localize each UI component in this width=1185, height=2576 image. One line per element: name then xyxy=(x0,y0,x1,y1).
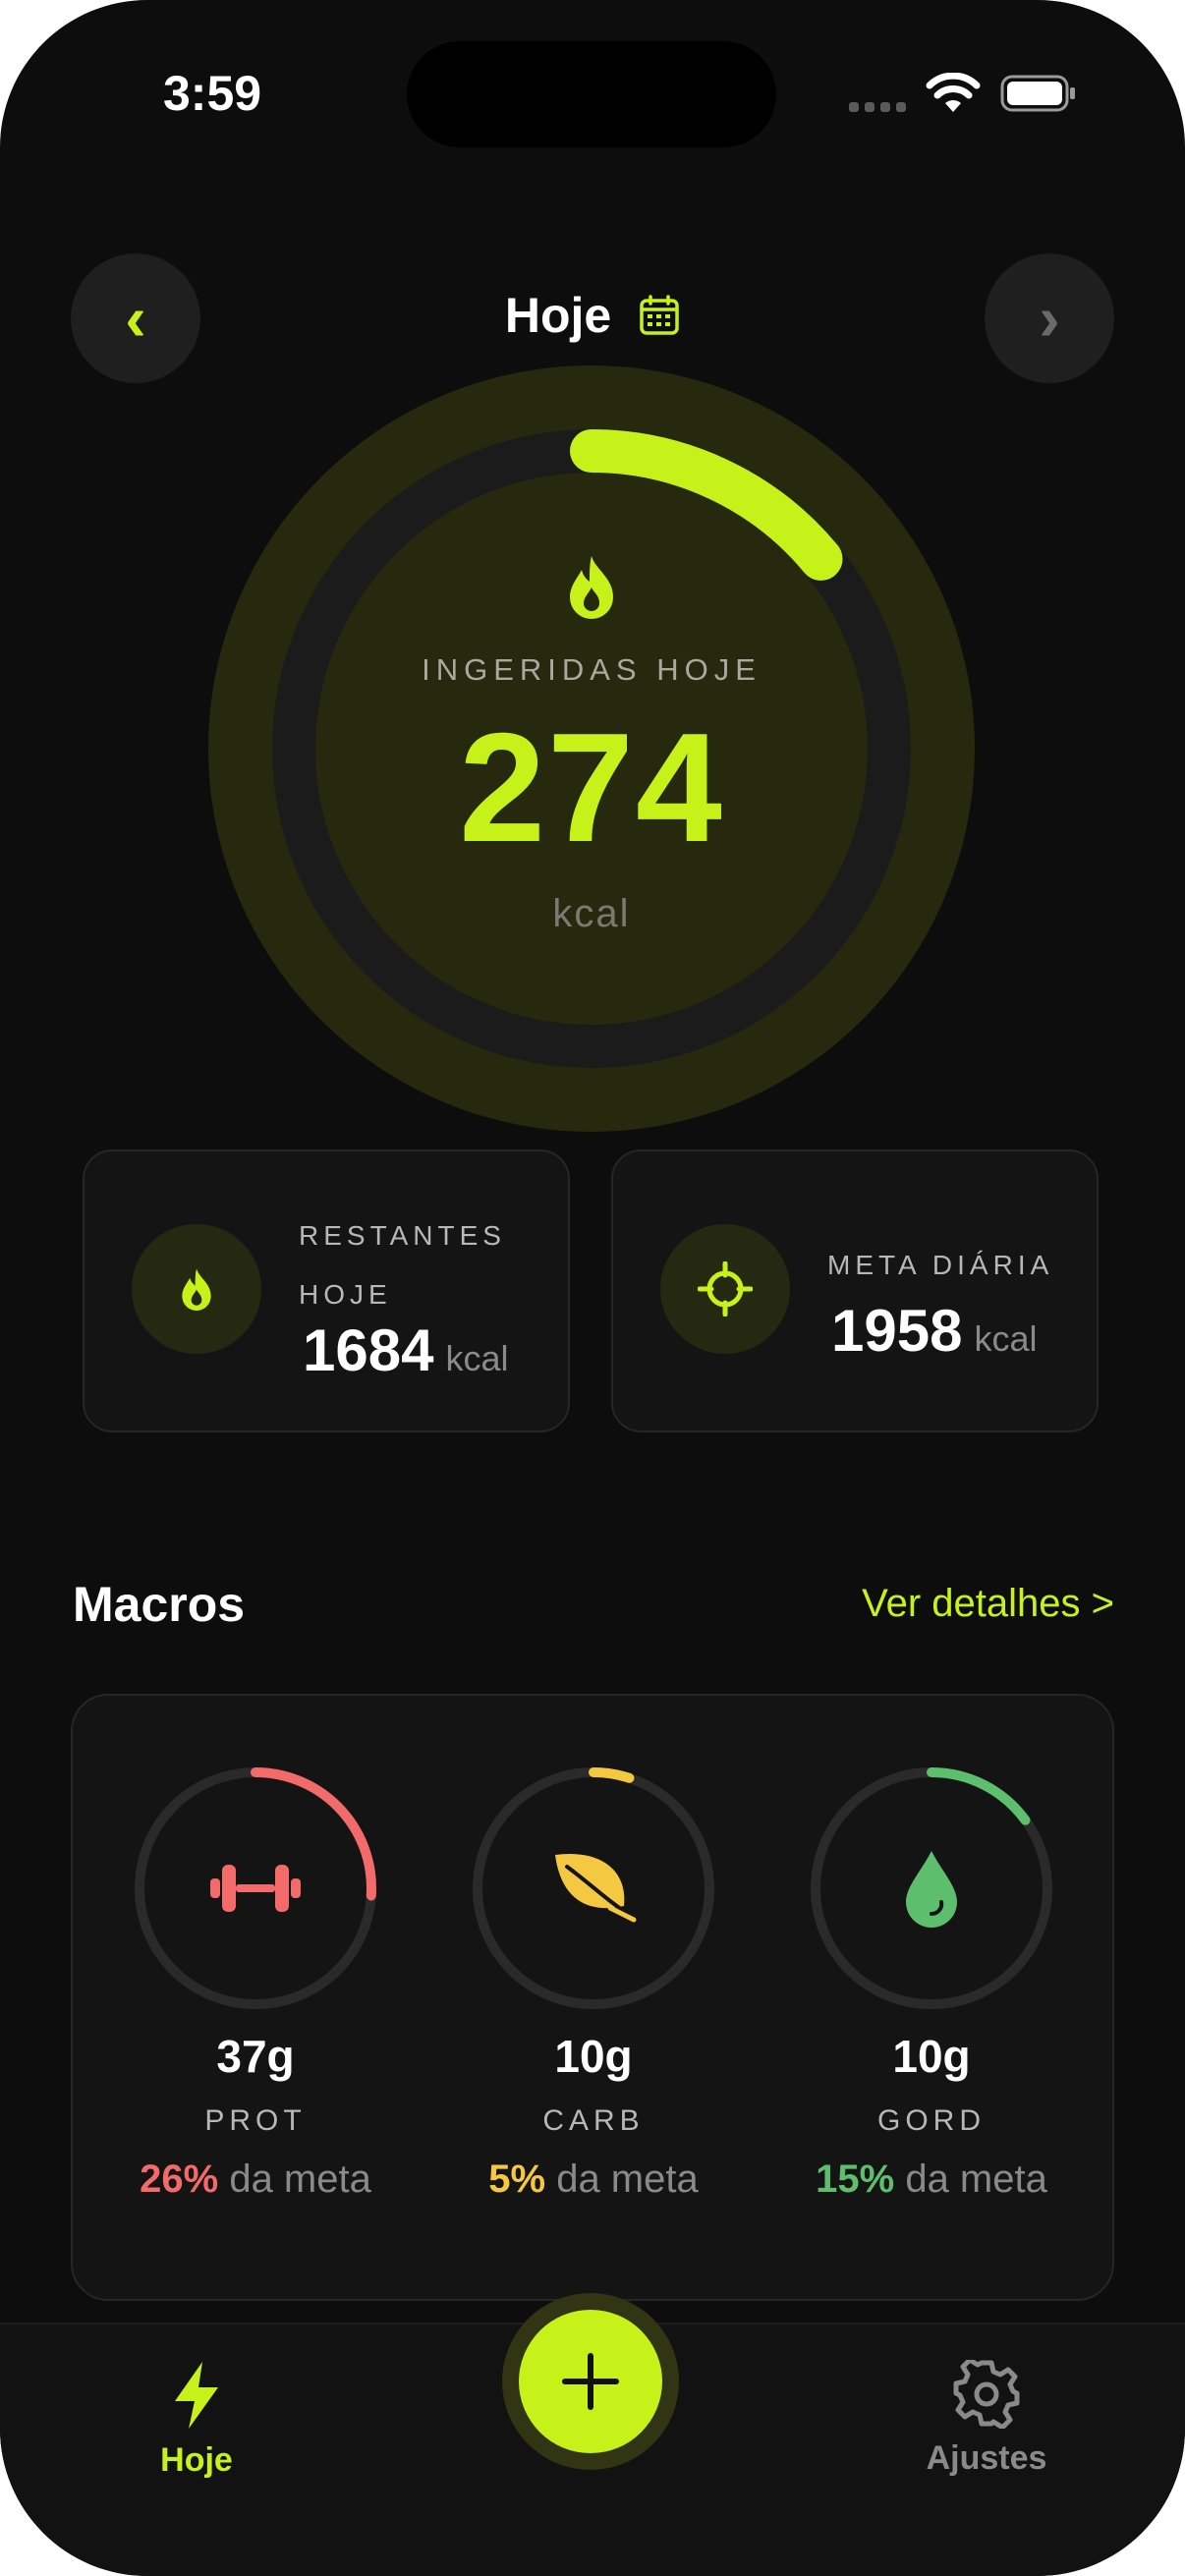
daily-goal-card: META DIÁRIA 1958 kcal xyxy=(611,1149,1099,1432)
fat-percent: 15% xyxy=(816,2157,895,2201)
fat-grams: 10g xyxy=(892,2031,971,2082)
plus-icon xyxy=(562,2353,619,2410)
calorie-ring: INGERIDAS HOJE 274 kcal xyxy=(208,365,975,1132)
calendar-icon xyxy=(640,295,679,335)
fat-percent-suffix: da meta xyxy=(905,2157,1047,2201)
battery-icon xyxy=(1000,75,1075,112)
next-day-button[interactable]: › xyxy=(985,253,1114,383)
bolt-icon xyxy=(175,2362,218,2429)
dumbbell-icon xyxy=(210,1865,301,1912)
wifi-icon xyxy=(926,73,981,112)
remaining-number: 1684 xyxy=(303,1317,434,1383)
remaining-unit: kcal xyxy=(445,1338,509,1378)
carb-percent-suffix: da meta xyxy=(556,2157,699,2201)
cellular-icon xyxy=(849,102,906,112)
carb-percent: 5% xyxy=(488,2157,546,2201)
macros-title: Macros xyxy=(73,1577,246,1632)
protein-label: PROT xyxy=(204,2104,307,2137)
calories-unit: kcal xyxy=(552,892,631,935)
calories-value: 274 xyxy=(459,701,724,874)
protein-grams: 37g xyxy=(216,2031,295,2082)
gear-icon xyxy=(953,2357,1020,2430)
macro-protein[interactable]: 37g PROT 26% da meta xyxy=(118,1766,393,2202)
calories-label: INGERIDAS HOJE xyxy=(422,652,762,687)
remaining-label: RESTANTES HOJE xyxy=(299,1220,506,1310)
status-time: 3:59 xyxy=(163,66,262,121)
macros-card: 37g PROT 26% da meta 10g CARB 5% da meta… xyxy=(71,1694,1114,2301)
macro-carb[interactable]: 10g CARB 5% da meta xyxy=(456,1766,731,2202)
tab-home-label: Hoje xyxy=(160,2441,233,2479)
fat-label: GORD xyxy=(877,2104,986,2137)
daily-goal-unit: kcal xyxy=(974,1318,1038,1359)
tab-settings-label: Ajustes xyxy=(926,2439,1047,2477)
dynamic-island xyxy=(407,41,776,147)
tab-bar: Hoje Ajustes xyxy=(0,2293,1185,2576)
daily-goal-number: 1958 xyxy=(831,1298,963,1364)
macro-fat[interactable]: 10g GORD 15% da meta xyxy=(794,1766,1069,2202)
protein-percent-suffix: da meta xyxy=(229,2157,371,2201)
add-button[interactable] xyxy=(519,2310,662,2453)
day-title-label: Hoje xyxy=(504,288,612,343)
target-icon xyxy=(698,1261,753,1316)
remaining-card: RESTANTES HOJE 1684 kcal xyxy=(83,1149,570,1432)
app-screen: 3:59 ‹ Hoje › INGERIDAS HOJE 274 kcal RE… xyxy=(0,0,1185,2576)
tab-home[interactable]: Hoje xyxy=(98,2360,295,2480)
carb-grams: 10g xyxy=(554,2031,633,2082)
flame-icon xyxy=(570,556,613,619)
daily-goal-value: 1958 kcal xyxy=(831,1297,1038,1365)
carb-label: CARB xyxy=(542,2104,645,2137)
protein-percent: 26% xyxy=(140,2157,219,2201)
leaf-icon xyxy=(555,1853,637,1923)
flame-icon xyxy=(182,1268,211,1311)
view-details-link[interactable]: Ver detalhes > xyxy=(862,1582,1114,1626)
chevron-right-icon: › xyxy=(1039,283,1060,354)
remaining-value: 1684 kcal xyxy=(303,1316,509,1384)
tab-settings[interactable]: Ajustes xyxy=(888,2357,1085,2478)
daily-goal-label: META DIÁRIA xyxy=(827,1250,1054,1280)
drop-icon xyxy=(906,1851,957,1928)
